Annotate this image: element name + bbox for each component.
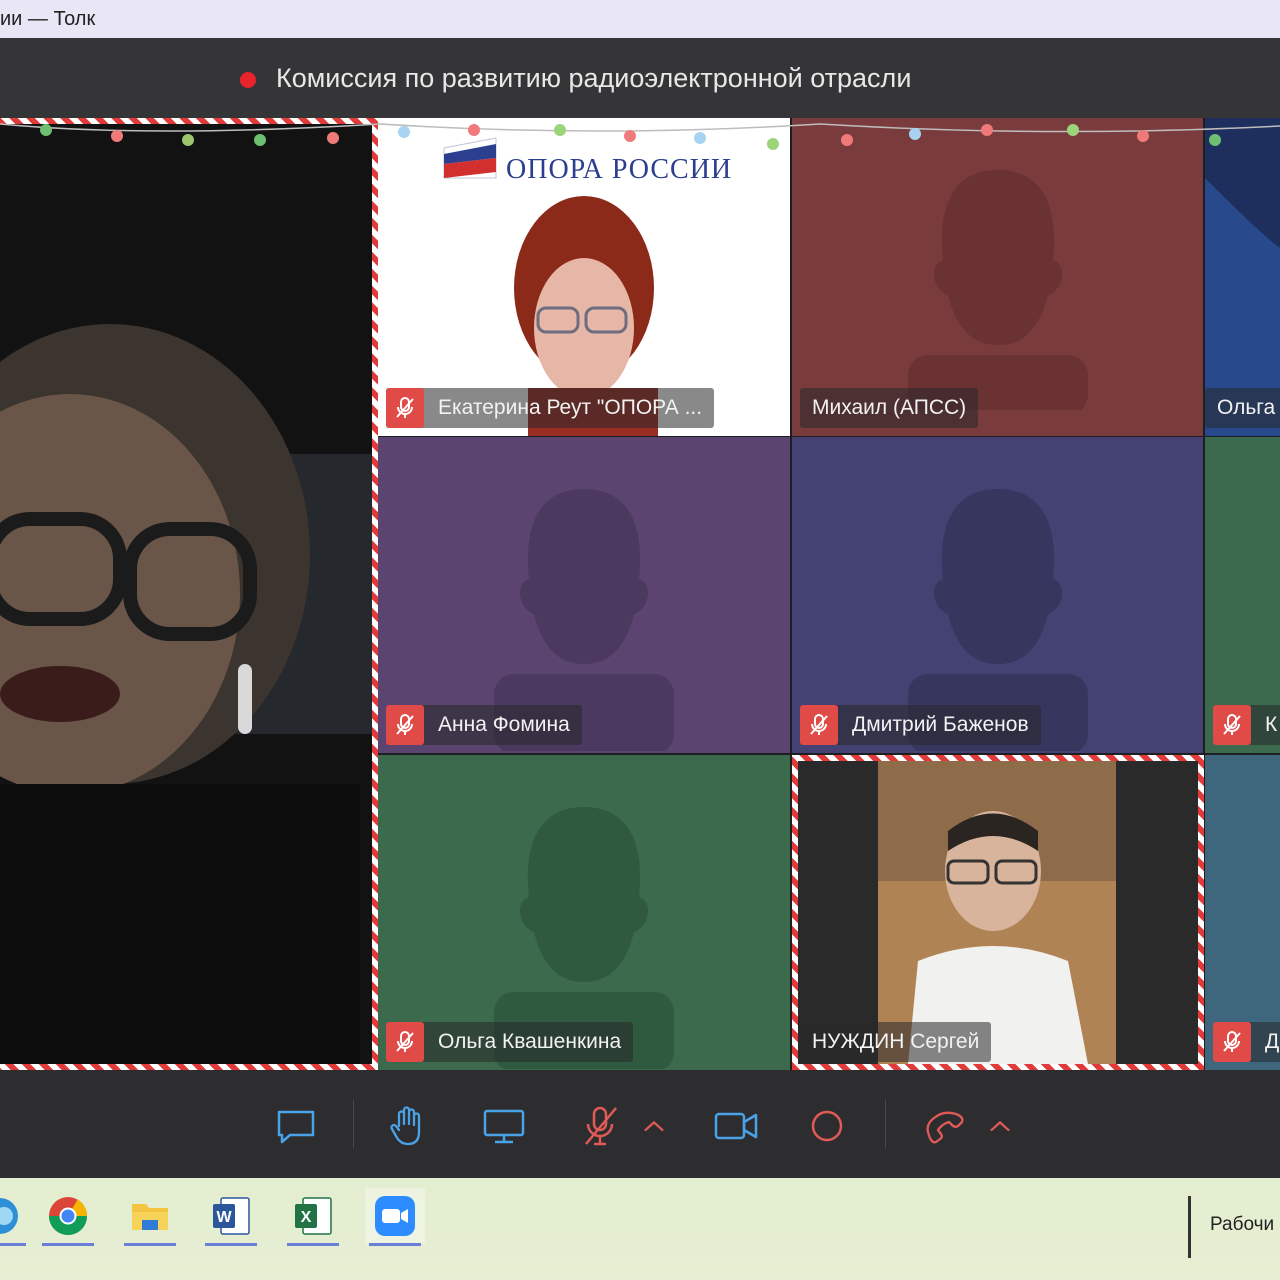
participant-tile[interactable]: Ольга: [1205, 118, 1280, 436]
participant-nametag: НУЖДИН Сергей: [800, 1022, 992, 1062]
microphone-off-icon: [1213, 705, 1251, 745]
participant-nametag: Михаил (АПСС): [800, 388, 979, 428]
svg-text:W: W: [216, 1209, 232, 1226]
microphone-off-icon: [386, 388, 424, 428]
chat-button[interactable]: [272, 1102, 320, 1150]
participant-name: Анна Фомина: [438, 713, 570, 736]
participant-tile[interactable]: Михаил (АПСС): [792, 118, 1203, 436]
participant-nametag: Ольга: [1205, 388, 1280, 428]
participant-nametag: Анна Фомина: [386, 705, 582, 745]
participant-nametag: К: [1213, 705, 1280, 745]
hang-up-icon: [926, 1111, 964, 1144]
edge-icon: [0, 1198, 18, 1234]
toolbar-separator: [353, 1100, 354, 1148]
participant-tile[interactable]: К: [1205, 437, 1280, 753]
participant-nametag: Д: [1213, 1022, 1280, 1062]
participant-name: Дмитрий Баженов: [852, 713, 1029, 736]
screen-share-icon: [483, 1109, 525, 1144]
windows-taskbar: [0, 1178, 1280, 1280]
chevron-up-icon: [990, 1120, 1010, 1132]
participant-tile[interactable]: Ольга Квашенкина: [378, 755, 790, 1070]
participant-tile[interactable]: Д: [1205, 755, 1280, 1070]
taskbar-app-active[interactable]: [365, 1188, 425, 1246]
camera-icon: [714, 1112, 758, 1140]
participant-tile[interactable]: Дмитрий Баженов: [792, 437, 1203, 753]
meeting-title: Комиссия по развитию радиоэлектронной от…: [276, 63, 912, 93]
chevron-up-icon: [644, 1120, 664, 1132]
recording-indicator: [240, 72, 256, 88]
participant-name: Д: [1265, 1030, 1280, 1053]
participant-tile[interactable]: ОПОРА РОССИИ Екатерина Реут "ОПОРА ...: [378, 118, 790, 436]
participant-name: НУЖДИН Сергей: [812, 1030, 980, 1053]
participant-video: [798, 761, 1198, 1064]
hang-up-button[interactable]: [920, 1102, 968, 1150]
participant-name: Ольга: [1217, 396, 1276, 419]
microphone-off-icon: [386, 705, 424, 745]
avatar-silhouette-icon: [907, 170, 1088, 410]
record-button[interactable]: [803, 1102, 851, 1150]
taskbar-app[interactable]: [120, 1188, 180, 1246]
excel-icon: X: [295, 1197, 332, 1235]
microphone-off-icon: [585, 1106, 617, 1146]
participant-tile-speaking[interactable]: НУЖДИН Сергей: [792, 755, 1204, 1070]
raise-hand-icon: [390, 1106, 421, 1146]
participant-name: Михаил (АПСС): [812, 396, 967, 419]
window-titlebar: ии — Толк: [0, 0, 1280, 38]
show-desktop-divider: [1188, 1196, 1191, 1258]
window-title: ии — Толк: [0, 8, 96, 30]
hang-up-options-button[interactable]: [980, 1102, 1020, 1150]
logo-text: ОПОРА РОССИИ: [506, 154, 733, 185]
participant-tile[interactable]: Анна Фомина: [378, 437, 790, 753]
taskbar-app[interactable]: [38, 1188, 98, 1246]
microphone-off-icon: [386, 1022, 424, 1062]
camera-button[interactable]: [712, 1102, 760, 1150]
microphone-options-button[interactable]: [634, 1102, 674, 1150]
record-icon: [811, 1110, 843, 1142]
participant-nametag: Дмитрий Баженов: [800, 705, 1041, 745]
participant-name: К: [1265, 713, 1278, 736]
zoom-icon: [375, 1196, 415, 1236]
taskbar-app[interactable]: W: [201, 1188, 261, 1246]
participant-nametag: Екатерина Реут "ОПОРА ...: [386, 388, 715, 428]
active-speaker-tile[interactable]: [0, 118, 378, 1070]
microphone-button[interactable]: [576, 1102, 624, 1150]
file-explorer-icon: [132, 1204, 168, 1230]
word-icon: W: [213, 1197, 250, 1235]
participant-name: Ольга Квашенкина: [438, 1030, 622, 1053]
svg-text:X: X: [301, 1209, 312, 1226]
participant-nametag: Ольга Квашенкина: [386, 1022, 634, 1062]
speaker-video: [0, 124, 372, 1064]
taskbar-app[interactable]: [0, 1188, 30, 1246]
screen-share-button[interactable]: [480, 1102, 528, 1150]
microphone-off-icon: [1213, 1022, 1251, 1062]
chrome-icon: [48, 1197, 88, 1236]
desktop-toolbar-label[interactable]: Рабочи: [1210, 1214, 1274, 1236]
taskbar-app[interactable]: X: [283, 1188, 343, 1246]
participant-name: Екатерина Реут "ОПОРА ...: [438, 396, 703, 419]
microphone-off-icon: [800, 705, 838, 745]
toolbar-separator: [885, 1100, 886, 1148]
chat-icon: [277, 1110, 315, 1144]
raise-hand-button[interactable]: [385, 1102, 433, 1150]
